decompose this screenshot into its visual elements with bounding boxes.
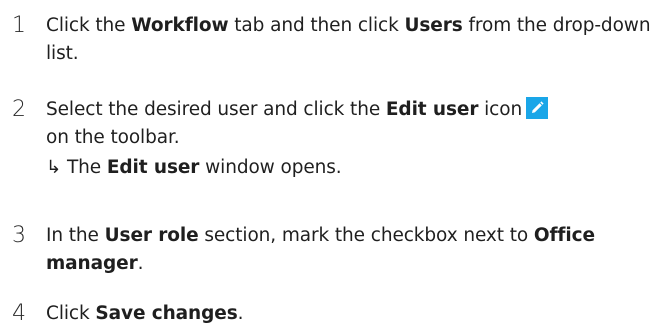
instruction-text: Select the desired user and click the (46, 99, 386, 120)
instruction-text: section, mark the checkbox next to (198, 225, 534, 246)
workflow-tab-label: Workflow (131, 15, 229, 36)
step-instruction: In the User role section, mark the check… (46, 222, 659, 278)
step-number: 3 (12, 223, 26, 248)
edit-user-label: Edit user (385, 99, 479, 120)
edit-user-window-label: Edit user (106, 157, 200, 178)
step-instruction: Select the desired user and click the Ed… (46, 96, 659, 182)
instruction-text: Click (46, 303, 96, 324)
user-role-label: User role (104, 225, 199, 246)
step-instruction: Click Save changes. (46, 300, 659, 328)
step-instruction: Click the Workflow tab and then click Us… (46, 12, 659, 68)
instruction-text: In the (46, 225, 105, 246)
step-result: ↳ The Edit user window opens. (46, 154, 659, 182)
instruction-text: on the toolbar. (46, 127, 180, 148)
instruction-text: . (137, 253, 144, 274)
instruction-text: Click the (46, 15, 132, 36)
result-text: window opens. (199, 157, 342, 178)
step-number: 2 (12, 97, 26, 122)
result-arrow-icon: ↳ (46, 157, 61, 178)
step-number: 4 (12, 301, 26, 326)
pencil-edit-icon (526, 97, 549, 119)
users-menu-label: Users (404, 15, 463, 36)
step-number: 1 (12, 13, 26, 38)
instruction-text: . (237, 303, 244, 324)
instruction-text: tab and then click (228, 15, 405, 36)
result-text: The (66, 157, 107, 178)
save-changes-label: Save changes (95, 303, 238, 324)
instruction-text: icon (478, 99, 523, 120)
